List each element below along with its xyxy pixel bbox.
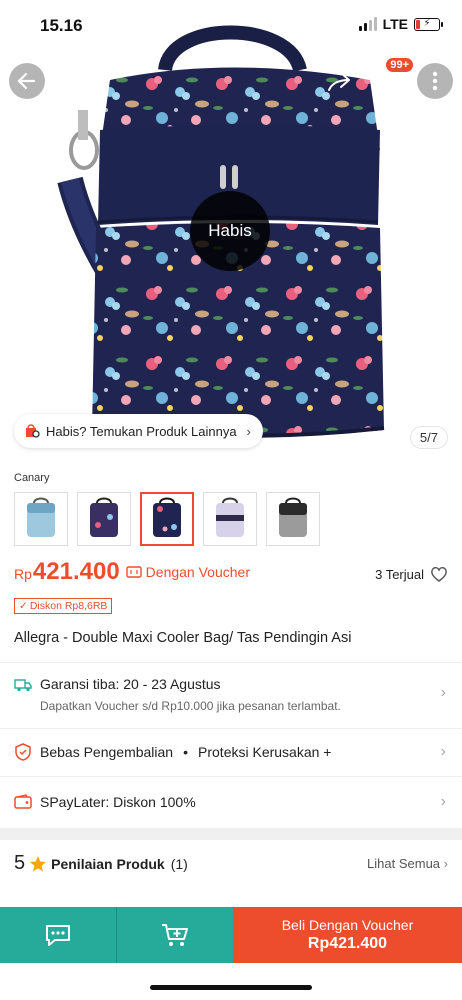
sold-count: 3 Terjual <box>375 566 448 582</box>
price-value: 421.400 <box>32 558 120 585</box>
variant-thumb[interactable] <box>203 492 257 546</box>
variant-thumb-selected[interactable] <box>140 492 194 546</box>
variant-label: Canary <box>14 472 50 484</box>
rating-score: 5 <box>14 852 26 874</box>
see-all-label: Lihat Semua <box>367 856 441 871</box>
voucher-icon <box>125 566 142 578</box>
status-indicators: LTE ⚡ <box>358 16 443 32</box>
rating-count: (1) <box>170 855 188 872</box>
shopping-bag-search-icon <box>26 424 40 438</box>
buy-button-label: Beli Dengan Voucher <box>281 917 414 933</box>
bag-thumbnail-icon <box>90 497 118 537</box>
heart-icon[interactable] <box>430 566 448 582</box>
price-currency: Rp <box>14 566 32 582</box>
spaylater-row[interactable]: SPayLater: Diskon 100% › <box>0 776 462 828</box>
add-to-cart-button[interactable] <box>117 907 233 963</box>
status-time: 15.16 <box>40 16 83 35</box>
sold-count-label: 3 Terjual <box>375 566 424 582</box>
chevron-right-icon: › <box>246 423 251 439</box>
shipping-guarantee-row[interactable]: Garansi tiba: 20 - 23 Agustus Dapatkan V… <box>0 662 462 728</box>
paylater-label: SPayLater: Diskon 100% <box>40 794 196 810</box>
vertical-dots-icon <box>432 71 438 91</box>
damage-protection-label: Proteksi Kerusakan + <box>198 744 332 760</box>
network-label: LTE <box>382 16 408 32</box>
discount-badge-label: Diskon Rp8,6RB <box>29 600 108 612</box>
bag-thumbnail-icon <box>153 497 181 537</box>
free-returns-label: Bebas Pengembalian <box>40 744 174 760</box>
separator-dot: • <box>183 744 189 760</box>
arrow-left-icon <box>17 72 36 90</box>
voucher-note-label: Dengan Voucher <box>145 564 250 580</box>
product-image[interactable]: 99+ Habis Habis? Temukan Produk Lainnya … <box>0 0 462 462</box>
buy-with-voucher-button[interactable]: Beli Dengan Voucher Rp421.400 <box>233 907 462 963</box>
bottom-safe-area <box>0 963 462 1000</box>
bag-thumbnail-icon <box>279 497 307 537</box>
soldout-badge: Habis <box>190 191 270 271</box>
check-icon: ✓ <box>19 600 28 612</box>
cart-button[interactable]: 99+ <box>370 57 414 99</box>
chevron-right-icon: › <box>440 793 446 810</box>
see-all-link[interactable]: Lihat Semua › <box>367 856 448 871</box>
star-icon <box>30 855 47 871</box>
chat-icon <box>46 925 70 946</box>
find-banner-label: Habis? Temukan Produk Lainnya <box>46 423 237 439</box>
find-other-products-banner[interactable]: Habis? Temukan Produk Lainnya › <box>14 414 263 448</box>
product-title: Allegra - Double Maxi Cooler Bag/ Tas Pe… <box>14 630 352 646</box>
variant-thumbnails <box>14 492 320 546</box>
shipping-sub: Dapatkan Voucher s/d Rp10.000 jika pesan… <box>40 699 341 713</box>
wallet-icon <box>14 793 32 811</box>
discount-badge: ✓ Diskon Rp8,6RB <box>14 598 113 614</box>
status-bar: 15.16 LTE ⚡ <box>0 0 462 50</box>
bag-thumbnail-icon <box>216 497 244 537</box>
home-indicator <box>150 985 312 990</box>
truck-icon <box>14 676 32 694</box>
chat-button[interactable] <box>0 907 116 963</box>
chevron-right-icon: › <box>440 684 446 701</box>
more-options-button[interactable] <box>417 63 453 99</box>
shield-icon <box>14 743 32 761</box>
bag-thumbnail-icon <box>27 497 55 537</box>
protection-row[interactable]: Bebas Pengembalian • Proteksi Kerusakan … <box>0 728 462 776</box>
signal-icon <box>358 17 377 31</box>
cart-count-badge: 99+ <box>385 57 414 73</box>
variant-thumb[interactable] <box>14 492 68 546</box>
buy-button-price: Rp421.400 <box>307 935 388 952</box>
shipping-label: Garansi tiba: 20 - 23 Agustus <box>40 676 221 692</box>
share-button[interactable] <box>321 63 357 99</box>
back-button[interactable] <box>9 63 45 99</box>
section-gap <box>0 828 462 840</box>
battery-icon: ⚡ <box>414 17 443 31</box>
chevron-right-icon: › <box>443 856 448 871</box>
chevron-right-icon: › <box>440 743 446 760</box>
voucher-price-note: Dengan Voucher <box>125 564 250 580</box>
image-counter: 5/7 <box>409 426 448 449</box>
rating-section-title: Penilaian Produk <box>51 855 165 872</box>
rating-row[interactable]: 5 Penilaian Produk (1) Lihat Semua › <box>14 852 448 875</box>
add-to-cart-icon <box>162 924 188 946</box>
share-icon <box>328 72 350 91</box>
bottom-action-bar: Beli Dengan Voucher Rp421.400 <box>0 907 462 963</box>
variant-thumb[interactable] <box>77 492 131 546</box>
variant-thumb[interactable] <box>266 492 320 546</box>
price-row: Rp 421.400 Dengan Voucher 3 Terjual <box>14 558 448 586</box>
